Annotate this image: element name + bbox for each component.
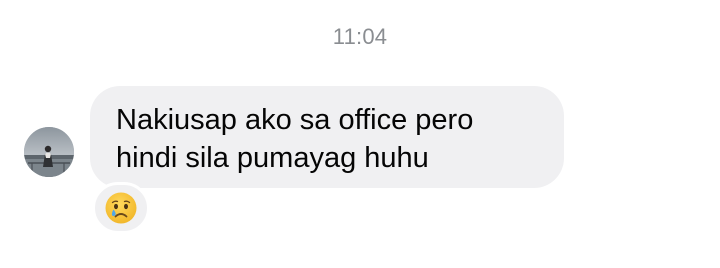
message-text-line-2: hindi sila pumayag huhu	[116, 142, 429, 174]
reaction-badge[interactable]	[92, 182, 150, 234]
message-timestamp: 11:04	[332, 24, 388, 49]
message-bubble[interactable]: Nakiusap ako sa office pero hindi sila p…	[90, 86, 564, 188]
crying-face-icon	[105, 192, 137, 224]
chat-thread: 11:04 Nakiusap ako sa office pero hindi …	[0, 0, 720, 268]
avatar-photo	[24, 127, 74, 177]
sender-avatar[interactable]	[24, 127, 74, 177]
message-text-line-1: Nakiusap ako sa office pero	[116, 104, 474, 136]
